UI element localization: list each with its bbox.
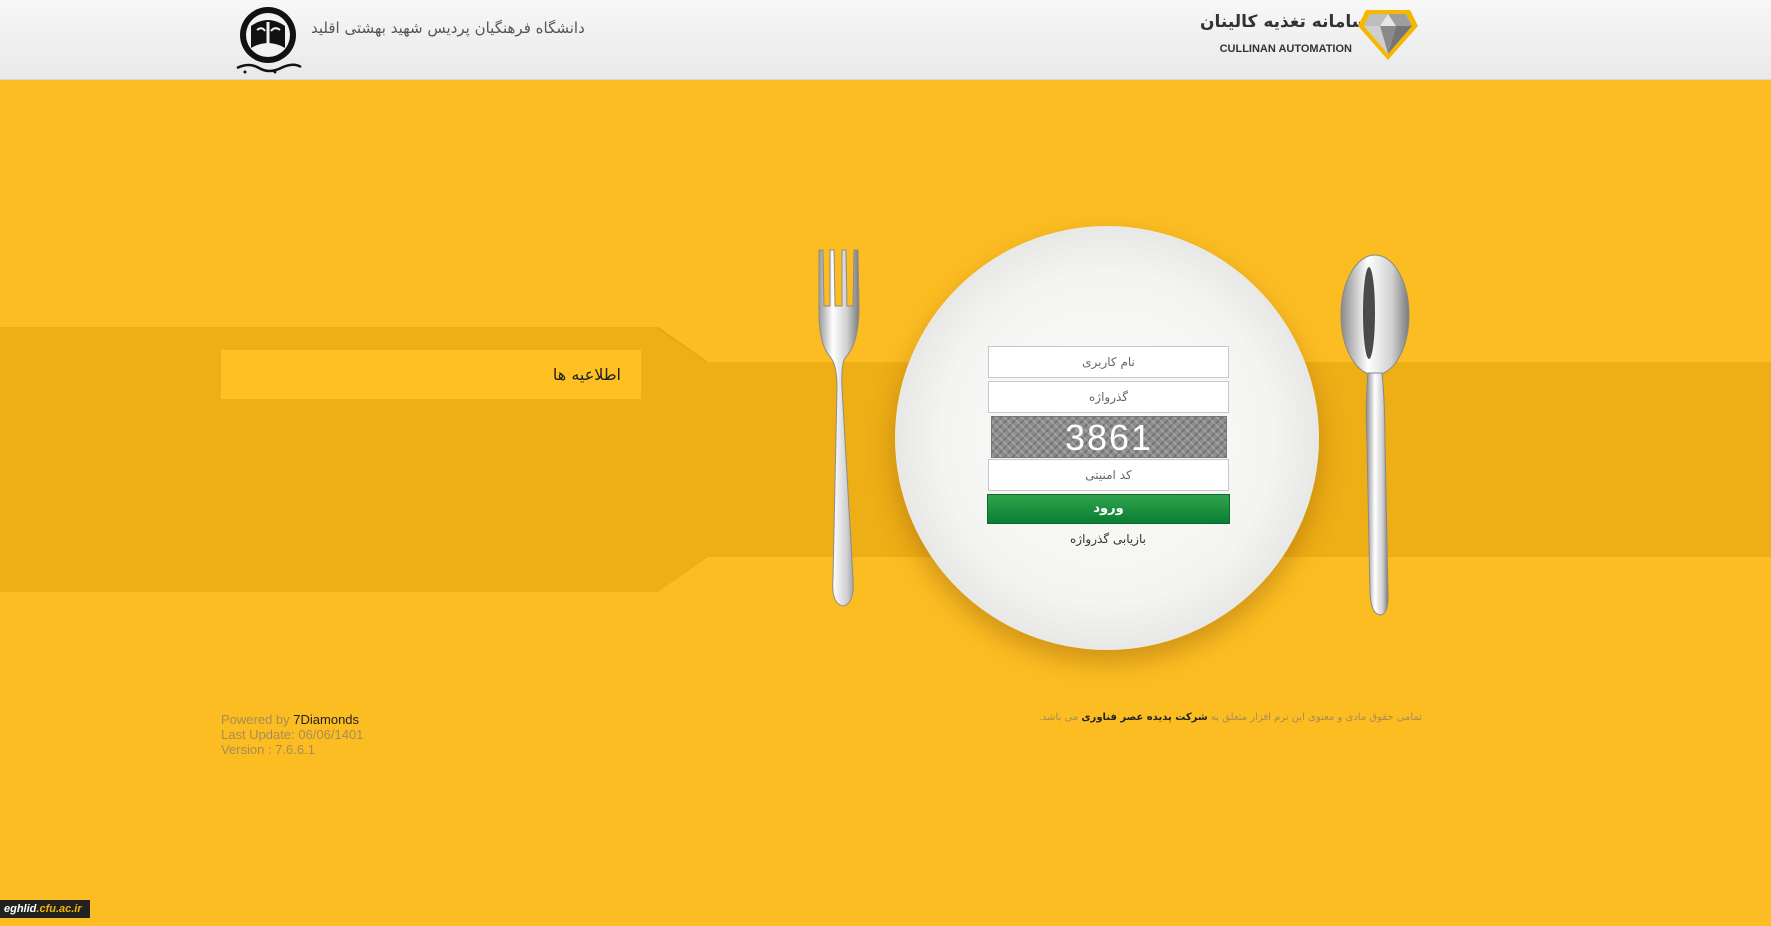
captcha-image: 3861: [991, 416, 1227, 458]
system-subtitle: CULLINAN AUTOMATION: [1219, 43, 1352, 55]
copyright-notice: تمامی حقوق مادی و معنوی این نرم افزار مت…: [1000, 712, 1422, 723]
rights-prefix: تمامی حقوق مادی و معنوی این نرم افزار مت…: [1210, 712, 1422, 723]
rights-company-link[interactable]: شرکت پدیده عصر فناوری: [1081, 712, 1207, 723]
diamond-icon: [1358, 10, 1418, 60]
login-button[interactable]: ورود: [987, 494, 1230, 524]
credits-block: Powered by 7Diamonds Last Update: 06/06/…: [221, 712, 363, 757]
university-name: دانشگاه فرهنگیان پردیس شهید بهشتی اقلید: [311, 19, 585, 37]
rights-suffix: می باشد.: [1038, 712, 1079, 723]
university-emblem-icon: [236, 7, 302, 74]
news-title: اطلاعیه ها: [552, 365, 621, 384]
news-panel: اطلاعیه ها: [221, 350, 641, 399]
recover-password-link[interactable]: بازیابی گذرواژه: [1000, 532, 1216, 546]
site-watermark: eghlid.cfu.ac.ir: [0, 900, 90, 918]
spoon-icon: [1340, 254, 1410, 616]
version: Version : 7.6.6.1: [221, 742, 315, 757]
powered-by-prefix: Powered by: [221, 712, 290, 727]
password-field[interactable]: گذرواژه: [988, 381, 1229, 413]
watermark-domain: .cfu.ac.ir: [36, 903, 82, 915]
username-field[interactable]: نام کاربری: [988, 346, 1229, 378]
powered-by-brand[interactable]: 7Diamonds: [293, 712, 359, 727]
header-bar: دانشگاه فرهنگیان پردیس شهید بهشتی اقلید …: [0, 0, 1771, 80]
watermark-prefix: eghlid: [4, 903, 37, 915]
last-update: Last Update: 06/06/1401: [221, 727, 364, 742]
captcha-field[interactable]: کد امنیتی: [988, 459, 1229, 491]
system-title: سامانه تغذیه کالینان: [1200, 12, 1369, 32]
fork-icon: [818, 249, 860, 607]
powered-by-line: Powered by 7Diamonds: [221, 712, 363, 727]
